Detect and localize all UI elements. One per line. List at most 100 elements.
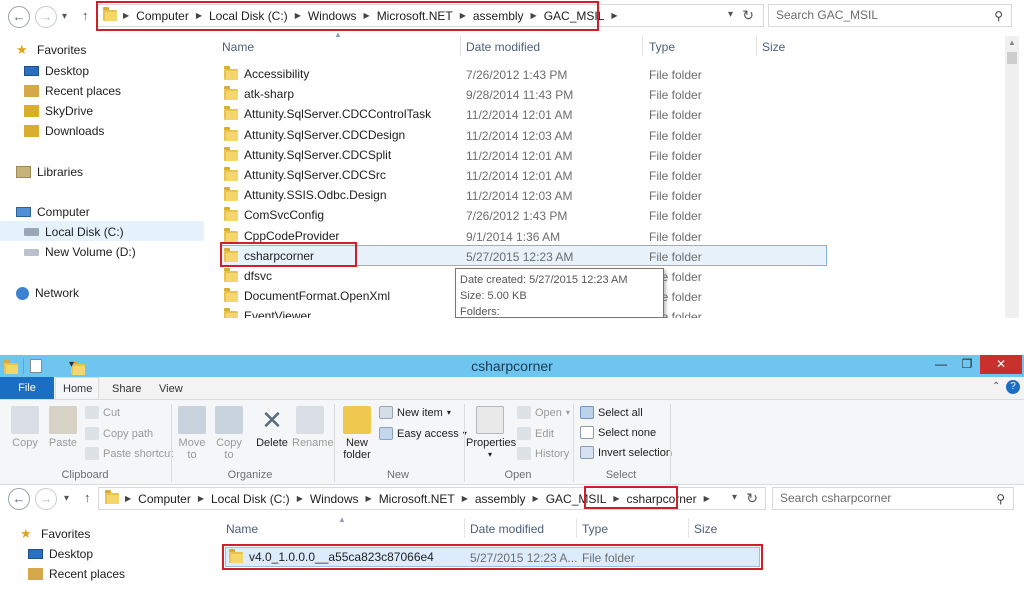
- tab-home[interactable]: Home: [63, 383, 92, 395]
- table-row[interactable]: Attunity.SqlServer.CDCSplit: [224, 145, 391, 165]
- move-to-button[interactable]: Move to: [176, 406, 208, 461]
- table-row[interactable]: dfsvc: [224, 266, 272, 286]
- select-none-label: Select none: [598, 426, 657, 439]
- nav-recent-places[interactable]: Recent places: [28, 567, 125, 581]
- delete-x-icon: ✕: [261, 405, 283, 435]
- cut-button[interactable]: Cut: [85, 406, 120, 419]
- nav-desktop[interactable]: Desktop: [28, 547, 93, 561]
- file-type: File folder: [649, 189, 702, 203]
- delete-label: Delete: [256, 437, 288, 449]
- rename-button[interactable]: Rename: [292, 406, 334, 449]
- scrollbar-thumb[interactable]: [1007, 52, 1017, 64]
- history-icon: [517, 447, 531, 460]
- recent-locations-dropdown[interactable]: ▾: [64, 493, 69, 504]
- new-item-button[interactable]: New item ▾: [379, 406, 451, 419]
- libraries-icon: [16, 166, 31, 178]
- maximize-button[interactable]: ❐: [954, 355, 980, 374]
- select-all-button[interactable]: Select all: [580, 406, 643, 419]
- breadcrumb-local-disk[interactable]: Local Disk (C:): [211, 492, 290, 506]
- open-button[interactable]: Open ▾: [517, 406, 570, 419]
- refresh-icon[interactable]: ↻: [746, 490, 758, 507]
- easy-access-button[interactable]: Easy access▾: [379, 427, 467, 440]
- local-disk-icon: [24, 228, 39, 236]
- recent-locations-dropdown[interactable]: ▾: [62, 11, 67, 22]
- column-header-name[interactable]: Name: [226, 522, 258, 536]
- address-dropdown-icon[interactable]: ▾: [732, 492, 737, 503]
- rename-icon: [296, 406, 324, 434]
- minimize-button[interactable]: —: [928, 355, 954, 374]
- table-row[interactable]: Attunity.SSIS.Odbc.Design: [224, 185, 387, 205]
- nav-new-volume[interactable]: New Volume (D:): [24, 245, 136, 259]
- select-all-icon: [580, 406, 594, 419]
- copy-path-label: Copy path: [103, 427, 154, 440]
- close-button[interactable]: ✕: [980, 355, 1022, 374]
- nav-computer[interactable]: Computer: [16, 205, 90, 219]
- nav-libraries[interactable]: Libraries: [16, 165, 83, 179]
- column-header-size[interactable]: Size: [694, 522, 717, 536]
- nav-downloads[interactable]: Downloads: [24, 124, 104, 138]
- file-date: 7/26/2012 1:43 PM: [466, 209, 568, 223]
- refresh-icon[interactable]: ↻: [742, 7, 754, 24]
- nav-recent-places[interactable]: Recent places: [24, 84, 121, 98]
- help-icon[interactable]: ?: [1006, 380, 1020, 394]
- file-date: 9/1/2014 1:36 AM: [466, 230, 561, 244]
- column-header-date[interactable]: Date modified: [470, 522, 544, 536]
- new-folder-button[interactable]: New folder: [340, 406, 374, 461]
- column-header-date[interactable]: Date modified: [466, 40, 540, 54]
- tab-file[interactable]: File: [0, 377, 54, 399]
- table-row[interactable]: Attunity.SqlServer.CDCDesign: [224, 125, 405, 145]
- copy-button[interactable]: Copy: [10, 406, 40, 449]
- up-button[interactable]: ↑: [82, 8, 89, 23]
- ribbon-collapse-icon[interactable]: ⌃: [992, 381, 1000, 392]
- paste-shortcut-button[interactable]: Paste shortcut: [85, 447, 173, 460]
- table-row[interactable]: ComSvcConfig: [224, 205, 324, 225]
- nav-local-disk[interactable]: Local Disk (C:): [24, 225, 124, 239]
- breadcrumb-windows[interactable]: Windows: [310, 492, 359, 506]
- table-row[interactable]: DocumentFormat.OpenXml: [224, 286, 390, 306]
- tooltip-date-created: Date created: 5/27/2015 12:23 AM: [460, 274, 628, 286]
- copy-to-button[interactable]: Copy to: [213, 406, 245, 461]
- breadcrumb-computer[interactable]: Computer: [138, 492, 191, 506]
- paste-button[interactable]: Paste: [48, 406, 78, 449]
- forward-button[interactable]: →: [35, 488, 57, 510]
- vertical-scrollbar[interactable]: ▲: [1005, 36, 1019, 318]
- up-button[interactable]: ↑: [84, 490, 91, 505]
- back-button[interactable]: ←: [8, 6, 30, 28]
- breadcrumb-microsoft-net[interactable]: Microsoft.NET: [379, 492, 455, 506]
- table-row[interactable]: atk-sharp: [224, 84, 294, 104]
- address-dropdown-icon[interactable]: ▾: [728, 9, 733, 20]
- search-input[interactable]: Search csharpcorner ⚲: [772, 487, 1014, 510]
- nav-desktop[interactable]: Desktop: [24, 64, 89, 78]
- table-row[interactable]: Attunity.SqlServer.CDCControlTask: [224, 104, 431, 124]
- nav-skydrive[interactable]: SkyDrive: [24, 104, 93, 118]
- column-header-type[interactable]: Type: [582, 522, 608, 536]
- breadcrumb-assembly[interactable]: assembly: [475, 492, 526, 506]
- desktop-icon: [24, 66, 39, 76]
- history-button[interactable]: History: [517, 447, 569, 460]
- table-row[interactable]: Accessibility: [224, 64, 309, 84]
- column-header-type[interactable]: Type: [649, 40, 675, 54]
- nav-favorites[interactable]: ★ Favorites: [16, 43, 86, 57]
- nav-recent-label: Recent places: [45, 84, 122, 98]
- tab-share[interactable]: Share: [112, 383, 141, 395]
- copy-path-button[interactable]: Copy path: [85, 427, 153, 440]
- search-input[interactable]: Search GAC_MSIL ⚲: [768, 4, 1012, 27]
- column-header-name[interactable]: Name: [222, 40, 254, 54]
- search-placeholder: Search GAC_MSIL: [776, 8, 879, 22]
- scroll-up-arrow-icon[interactable]: ▲: [1005, 38, 1019, 47]
- delete-button[interactable]: ✕ Delete: [254, 406, 290, 449]
- invert-selection-button[interactable]: Invert selection: [580, 446, 672, 459]
- nav-network[interactable]: Network: [16, 286, 79, 300]
- back-button[interactable]: ←: [8, 488, 30, 510]
- forward-button[interactable]: →: [35, 6, 57, 28]
- table-row[interactable]: Attunity.SqlServer.CDCSrc: [224, 165, 386, 185]
- edit-button[interactable]: Edit: [517, 427, 554, 440]
- folder-icon: [224, 126, 238, 141]
- properties-button[interactable]: Properties ▾: [466, 406, 516, 461]
- select-none-button[interactable]: Select none: [580, 426, 656, 439]
- folder-icon: [224, 267, 238, 282]
- nav-favorites[interactable]: ★ Favorites: [20, 527, 90, 541]
- column-header-size[interactable]: Size: [762, 40, 785, 54]
- tab-view[interactable]: View: [159, 383, 183, 395]
- file-date: 11/2/2014 12:01 AM: [466, 149, 573, 163]
